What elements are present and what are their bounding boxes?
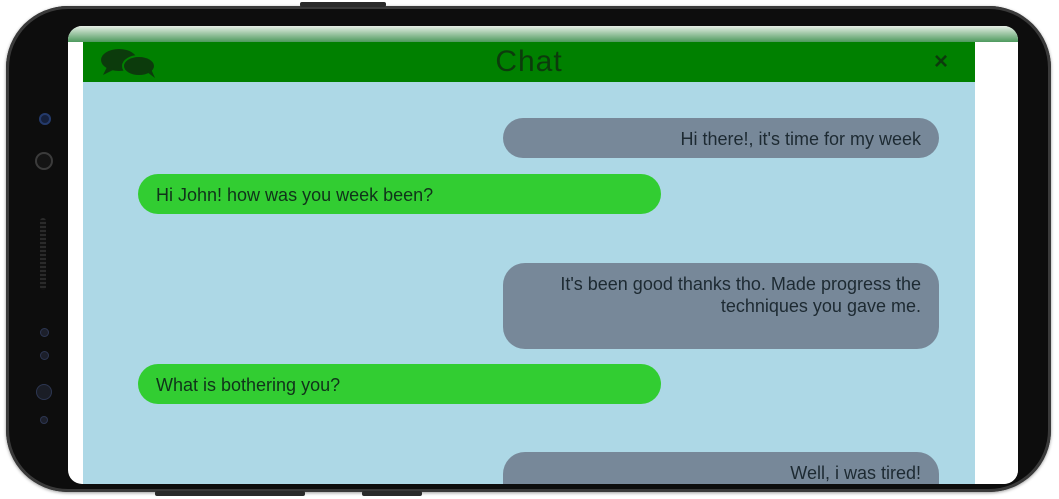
phone-screen: Chat × Hi there!, it's time for my week … [68, 26, 1018, 484]
sent-message: Well, i was tired! [503, 452, 939, 484]
sensor-dot [40, 351, 49, 360]
volume-button [155, 491, 305, 496]
power-button [300, 2, 386, 7]
proximity-sensor-icon [35, 152, 53, 170]
sensor-dot [40, 416, 48, 424]
sensor-dot [40, 328, 49, 337]
received-message: Hi John! how was you week been? [138, 174, 661, 214]
sent-message: It's been good thanks tho. Made progress… [503, 263, 939, 349]
chat-title: Chat [495, 45, 563, 78]
chat-message-area[interactable]: Hi there!, it's time for my week Hi John… [83, 82, 975, 484]
assistant-button [362, 491, 422, 496]
chat-header: Chat × [83, 42, 975, 82]
received-message: What is bothering you? [138, 364, 661, 404]
front-camera-icon [39, 113, 51, 125]
speaker-grille [40, 218, 46, 290]
phone-frame: Chat × Hi there!, it's time for my week … [6, 6, 1051, 492]
status-bar [68, 26, 1018, 42]
close-button[interactable]: × [927, 48, 955, 76]
iris-scanner-icon [36, 384, 52, 400]
screen-margin [975, 82, 1018, 484]
sent-message: Hi there!, it's time for my week [503, 118, 939, 158]
